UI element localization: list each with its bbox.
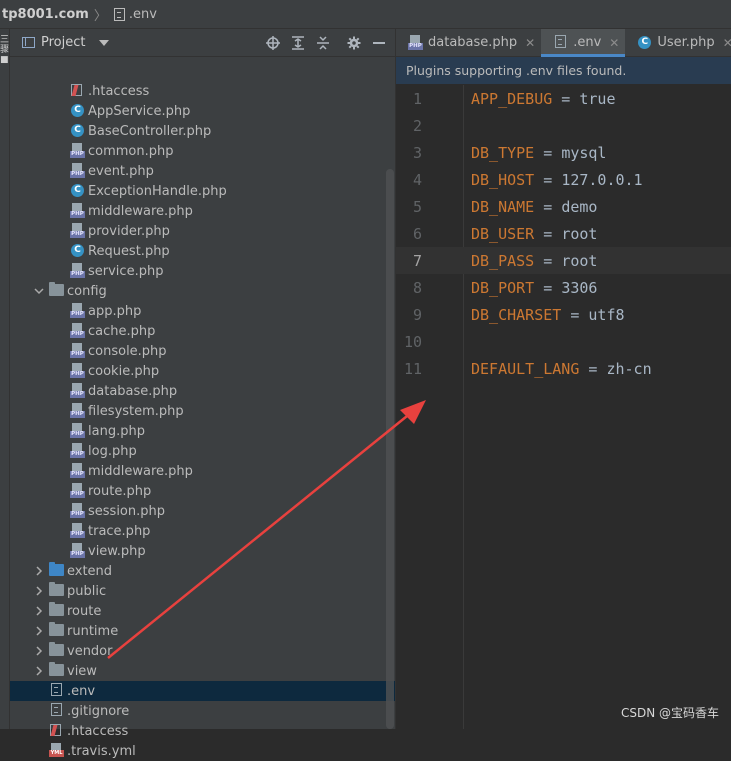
tree-item-label: .travis.yml	[67, 743, 136, 759]
annotation-arrow	[107, 400, 426, 659]
yaml-file-icon: YML	[49, 743, 65, 759]
tree-file-row[interactable]: YML .travis.yml	[10, 741, 395, 761]
